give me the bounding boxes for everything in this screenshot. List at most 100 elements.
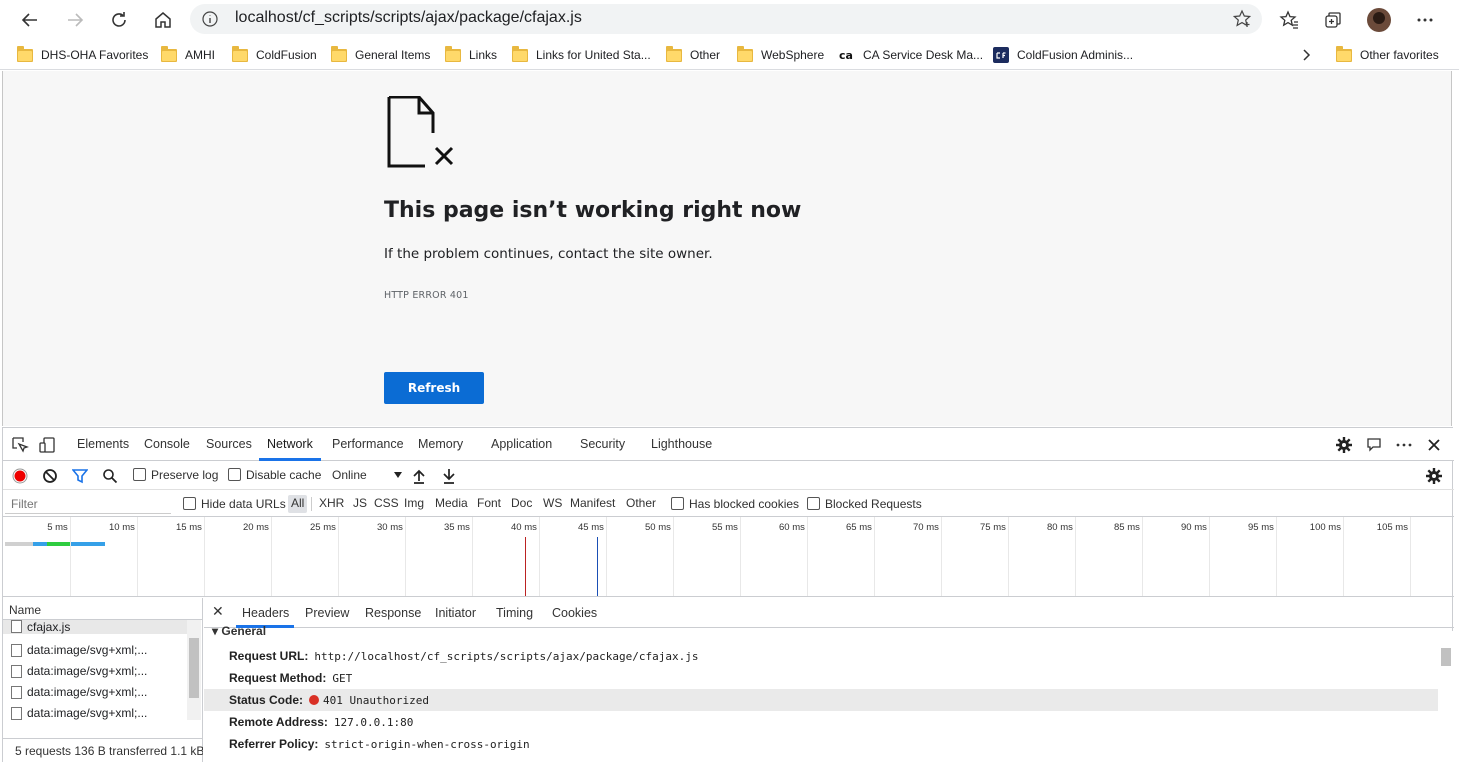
details-scrollbar[interactable] xyxy=(1438,631,1454,762)
filter-type-media[interactable]: Media xyxy=(432,495,471,513)
favorites-button[interactable] xyxy=(1275,6,1303,34)
timeline-gridline xyxy=(1075,517,1076,596)
request-list-scrollbar[interactable] xyxy=(187,620,201,720)
close-details-icon[interactable]: ✕ xyxy=(212,604,224,620)
inspect-element-icon[interactable] xyxy=(11,436,29,454)
hide-data-urls-checkbox[interactable] xyxy=(183,497,196,510)
request-row-svg-1[interactable]: data:image/svg+xml;... xyxy=(3,640,187,661)
tab-response[interactable]: Response xyxy=(365,606,421,620)
header-row-remote-address: Remote Address: 127.0.0.1:80 xyxy=(204,711,1438,733)
filter-type-js[interactable]: JS xyxy=(350,495,370,513)
bookmark-other[interactable]: Other xyxy=(666,45,720,65)
bookmark-ca-service-desk[interactable]: ca CA Service Desk Ma... xyxy=(839,45,983,65)
add-favorite-icon[interactable] xyxy=(1232,9,1252,29)
filter-type-all[interactable]: All xyxy=(288,495,308,513)
home-button[interactable] xyxy=(149,6,177,34)
general-section-label: General xyxy=(221,624,267,638)
filter-type-xhr[interactable]: XHR xyxy=(316,495,347,513)
collections-icon xyxy=(1325,12,1341,28)
filter-type-ws[interactable]: WS xyxy=(540,495,565,513)
record-icon[interactable] xyxy=(12,468,28,484)
status-error-dot-icon xyxy=(309,695,320,705)
import-har-icon[interactable] xyxy=(411,468,427,484)
blocked-requests-checkbox[interactable] xyxy=(807,497,820,510)
tab-initiator[interactable]: Initiator xyxy=(435,606,476,620)
export-har-icon[interactable] xyxy=(441,468,457,484)
bookmark-coldfusion-admin[interactable]: ColdFusion Adminis... xyxy=(993,45,1133,65)
feedback-icon[interactable] xyxy=(1365,436,1383,454)
filter-type-doc[interactable]: Doc xyxy=(508,495,535,513)
timeline-gridline xyxy=(405,517,406,596)
tab-elements[interactable]: Elements xyxy=(77,437,129,451)
tab-lighthouse[interactable]: Lighthouse xyxy=(651,437,712,451)
filter-type-css[interactable]: CSS xyxy=(371,495,402,513)
tab-performance[interactable]: Performance xyxy=(332,437,404,451)
bookmark-websphere[interactable]: WebSphere xyxy=(737,45,824,65)
tab-timing[interactable]: Timing xyxy=(496,606,533,620)
search-icon[interactable] xyxy=(102,468,118,484)
request-row-svg-3[interactable]: data:image/svg+xml;... xyxy=(3,682,187,703)
tab-security[interactable]: Security xyxy=(580,437,625,451)
close-devtools-icon[interactable] xyxy=(1425,436,1443,454)
bookmark-label: General Items xyxy=(355,48,431,62)
request-row-cfajax[interactable]: cfajax.js xyxy=(3,620,187,634)
address-url[interactable]: localhost/cf_scripts/scripts/ajax/packag… xyxy=(235,9,582,27)
forward-button[interactable] xyxy=(61,6,89,34)
tab-headers[interactable]: Headers xyxy=(242,606,289,620)
filter-icon[interactable] xyxy=(72,468,88,484)
has-blocked-cookies-checkbox[interactable] xyxy=(671,497,684,510)
profile-avatar[interactable] xyxy=(1367,8,1391,32)
tab-console[interactable]: Console xyxy=(144,437,190,451)
request-row-svg-2[interactable]: data:image/svg+xml;... xyxy=(3,661,187,682)
scrollbar-thumb[interactable] xyxy=(189,638,199,698)
address-bar[interactable]: localhost/cf_scripts/scripts/ajax/packag… xyxy=(190,4,1262,34)
filter-input[interactable] xyxy=(5,494,171,514)
folder-icon xyxy=(232,45,248,62)
request-row-svg-4[interactable]: data:image/svg+xml;... xyxy=(3,703,187,724)
info-icon[interactable] xyxy=(202,11,218,27)
gear-icon[interactable] xyxy=(1335,436,1353,454)
bookmark-general-items[interactable]: General Items xyxy=(331,45,430,65)
bookmarks-overflow-button[interactable] xyxy=(1301,45,1313,65)
tab-sources[interactable]: Sources xyxy=(206,437,252,451)
tab-preview[interactable]: Preview xyxy=(305,606,349,620)
settings-more-button[interactable] xyxy=(1411,6,1439,34)
filter-type-font[interactable]: Font xyxy=(474,495,504,513)
back-button[interactable] xyxy=(16,6,44,34)
clear-icon[interactable] xyxy=(42,468,58,484)
header-row-request-method: Request Method: GET xyxy=(204,667,1438,689)
collections-button[interactable] xyxy=(1319,6,1347,34)
bookmark-amhi[interactable]: AMHI xyxy=(161,45,215,65)
tab-memory[interactable]: Memory xyxy=(418,437,463,451)
tab-cookies[interactable]: Cookies xyxy=(552,606,597,620)
tab-network[interactable]: Network xyxy=(267,437,313,451)
request-name: data:image/svg+xml;... xyxy=(27,706,148,720)
bookmark-dhs-oha-favorites[interactable]: DHS-OHA Favorites xyxy=(17,45,148,65)
request-list: Name cfajax.js data:image/svg+xml;... da… xyxy=(3,598,203,762)
more-options-icon[interactable] xyxy=(1395,436,1413,454)
chevron-right-icon xyxy=(1303,49,1311,61)
disable-cache-checkbox[interactable] xyxy=(228,468,241,481)
bookmark-label: Other favorites xyxy=(1360,48,1439,62)
filter-type-img[interactable]: Img xyxy=(401,495,427,513)
refresh-button[interactable]: Refresh xyxy=(384,372,484,404)
general-section-header[interactable]: ▾ General xyxy=(212,624,266,638)
device-toolbar-icon[interactable] xyxy=(39,436,57,454)
name-column-header[interactable]: Name xyxy=(3,598,203,620)
throttling-select[interactable]: Online xyxy=(329,466,403,485)
bookmark-other-favorites[interactable]: Other favorites xyxy=(1336,45,1439,65)
scrollbar-thumb[interactable] xyxy=(1441,648,1451,666)
network-overview-timeline[interactable]: 5 ms 10 ms 15 ms 20 ms 25 ms 30 ms 35 ms 40 ms 4… xyxy=(3,517,1454,597)
bookmark-links-united-states[interactable]: Links for United Sta... xyxy=(512,45,651,65)
tab-application[interactable]: Application xyxy=(491,437,552,451)
network-lower-area: Name cfajax.js data:image/svg+xml;... da… xyxy=(3,598,1454,762)
network-settings-gear-icon[interactable] xyxy=(1425,467,1443,485)
filter-type-other[interactable]: Other xyxy=(623,495,659,513)
preserve-log-checkbox[interactable] xyxy=(133,468,146,481)
hide-data-urls-label: Hide data URLs xyxy=(201,497,286,511)
reload-button[interactable] xyxy=(105,6,133,34)
bookmark-links[interactable]: Links xyxy=(445,45,497,65)
filter-type-manifest[interactable]: Manifest xyxy=(567,495,618,513)
throttling-value: Online xyxy=(332,468,367,482)
bookmark-coldfusion[interactable]: ColdFusion xyxy=(232,45,317,65)
